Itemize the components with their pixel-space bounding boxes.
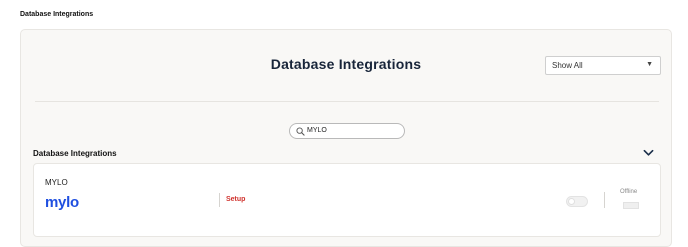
page-heading: Database Integrations <box>20 11 94 18</box>
section-title: Database Integrations <box>33 149 117 158</box>
divider <box>604 192 605 208</box>
search-icon <box>296 127 305 136</box>
divider <box>35 101 659 102</box>
caret-down-icon: ▼ <box>646 61 653 68</box>
integration-name: MYLO <box>45 178 68 187</box>
toggle-knob <box>568 198 575 205</box>
integrations-panel: Database Integrations Show All ▼ MYLO Da… <box>20 29 672 247</box>
chevron-down-icon[interactable] <box>643 149 654 157</box>
search-input[interactable]: MYLO <box>289 123 405 139</box>
enable-toggle[interactable] <box>566 196 588 207</box>
mylo-logo: mylo <box>45 194 79 211</box>
status-label: Offline <box>620 189 638 195</box>
search-input-value: MYLO <box>307 127 327 134</box>
filter-select-value: Show All <box>552 61 583 70</box>
setup-button[interactable]: Setup <box>226 196 245 203</box>
filter-select[interactable]: Show All ▼ <box>545 56 661 75</box>
divider <box>219 193 220 207</box>
status-indicator <box>623 202 639 209</box>
integration-card: MYLO mylo Setup Offline <box>33 163 661 237</box>
